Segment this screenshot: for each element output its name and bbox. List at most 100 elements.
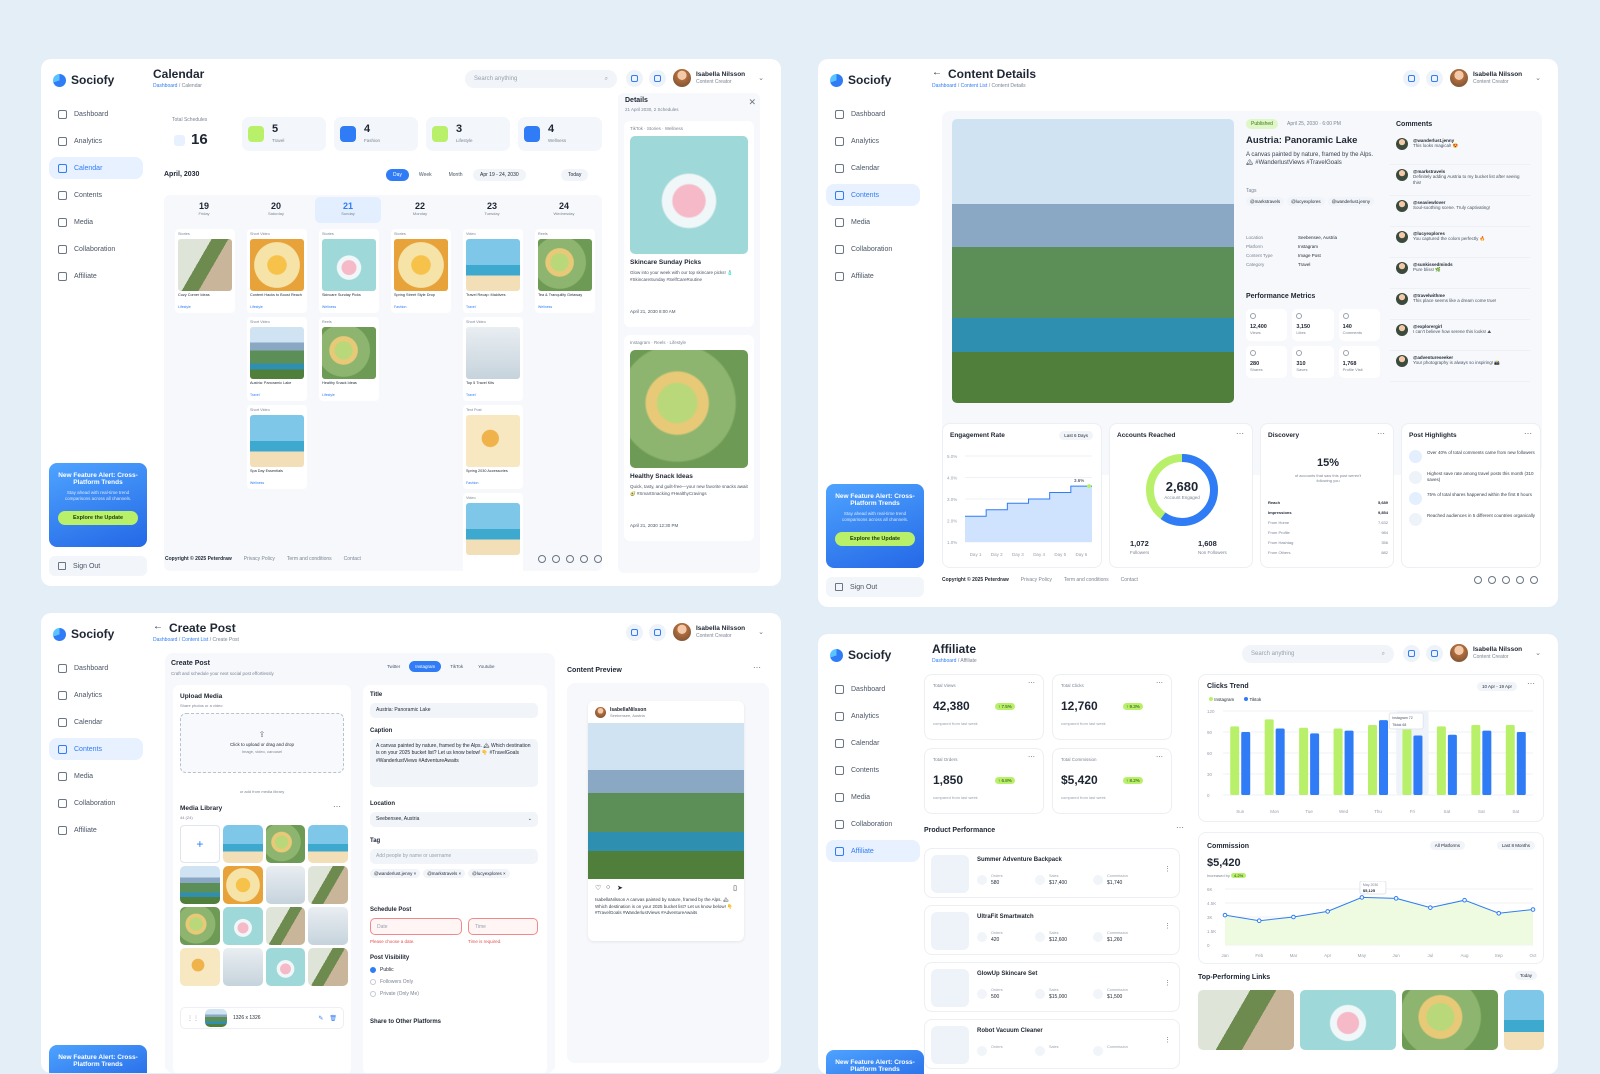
nav-calendar[interactable]: Calendar — [49, 711, 143, 733]
nav-calendar[interactable]: Calendar — [826, 732, 920, 754]
more-icon[interactable]: ⋯ — [753, 663, 761, 672]
nav-dashboard[interactable]: Dashboard — [826, 103, 920, 125]
visibility-radio[interactable]: Private (Only Me) — [370, 991, 419, 997]
more-icon[interactable]: ⋯ — [333, 802, 341, 811]
user-menu[interactable]: Isabella Nilsson Content Creator ⌄ — [673, 623, 764, 641]
user-menu[interactable]: Isabella Nilsson Content Creator ⌄ — [1450, 644, 1541, 662]
platform-filter[interactable]: All Platforms — [1429, 841, 1465, 850]
detail-card[interactable]: TikTok · Stories · Wellness Skincare Sund… — [624, 121, 754, 327]
nav-dashboard[interactable]: Dashboard — [826, 678, 920, 700]
more-icon[interactable]: ⋮ — [1164, 1036, 1171, 1044]
brand-logo[interactable]: Sociofy — [830, 73, 916, 87]
product-row[interactable]: Summer Adventure Backpack ⋮ Orders 580 Sales… — [924, 848, 1180, 898]
bookmark-icon[interactable]: ▯ — [733, 884, 737, 892]
media-thumbnail[interactable] — [222, 866, 263, 904]
link-thumbnail[interactable] — [1402, 990, 1498, 1050]
nav-media[interactable]: Media — [826, 211, 920, 233]
tab-month[interactable]: Month — [442, 169, 470, 181]
nav-media[interactable]: Media — [49, 765, 143, 787]
media-thumbnail[interactable] — [265, 866, 306, 904]
scheduled-post[interactable]: Video — [463, 493, 523, 577]
nav-contents[interactable]: Contents — [49, 738, 143, 760]
media-thumbnail[interactable] — [222, 948, 263, 986]
scheduled-post[interactable]: Short Video Spa Day Essentials Wellness — [247, 405, 307, 489]
notification-button[interactable] — [626, 624, 643, 641]
heart-icon[interactable]: ♡ — [595, 884, 601, 892]
x-icon[interactable] — [552, 555, 560, 563]
nav-dashboard[interactable]: Dashboard — [49, 103, 143, 125]
tag-chip[interactable]: @markstravels × — [423, 869, 466, 878]
privacy-link[interactable]: Privacy Policy — [244, 556, 275, 562]
nav-contents[interactable]: Contents — [49, 184, 143, 206]
day-header[interactable]: 23 Tuesday — [459, 197, 525, 223]
link-thumbnail[interactable] — [1504, 990, 1544, 1050]
nav-media[interactable]: Media — [826, 786, 920, 808]
tab-week[interactable]: Week — [412, 169, 439, 181]
instagram-icon[interactable] — [1502, 576, 1510, 584]
day-header[interactable]: 24 Wednesday — [531, 197, 597, 223]
tag-chip[interactable]: @lucyexplores — [1287, 197, 1325, 206]
x-icon[interactable] — [1488, 576, 1496, 584]
scheduled-post[interactable]: Short Video Austria: Panoramic Lake Travel — [247, 317, 307, 401]
sign-out-button[interactable]: Sign Out — [49, 556, 147, 576]
scheduled-post[interactable]: Text Post Spring 2030 Accessories Fashion — [463, 405, 523, 489]
media-thumbnail[interactable] — [265, 825, 306, 863]
visibility-radio[interactable]: Public — [370, 967, 419, 973]
product-row[interactable]: Robot Vacuum Cleaner ⋮ Orders Sales Commissi… — [924, 1019, 1180, 1069]
day-header[interactable]: 19 Friday — [171, 197, 237, 223]
user-menu[interactable]: Isabella Nilsson Content Creator ⌄ — [673, 69, 764, 87]
nav-analytics[interactable]: Analytics — [49, 130, 143, 152]
nav-collaboration[interactable]: Collaboration — [826, 238, 920, 260]
scheduled-post[interactable]: Reels Tea & Tranquility Getaway Wellness — [535, 229, 595, 313]
search-input[interactable]: Search anything ⌕ — [1242, 645, 1394, 663]
media-thumbnail[interactable] — [265, 948, 306, 986]
more-icon[interactable]: ⋯ — [1156, 679, 1163, 687]
notification-button[interactable] — [626, 70, 643, 87]
share-icon[interactable]: ➤ — [617, 884, 623, 892]
more-icon[interactable]: ⋮ — [1164, 865, 1171, 873]
day-header[interactable]: 20 Saturday — [243, 197, 309, 223]
media-thumbnail[interactable] — [308, 948, 348, 986]
nav-affiliate[interactable]: Affiliate — [826, 265, 920, 287]
platform-tab-instagram[interactable]: Instagram — [409, 661, 442, 672]
nav-collaboration[interactable]: Collaboration — [49, 238, 143, 260]
brand-logo[interactable]: Sociofy — [53, 627, 139, 641]
brand-logo[interactable]: Sociofy — [830, 648, 916, 662]
media-thumbnail[interactable] — [222, 907, 263, 945]
brand-logo[interactable]: Sociofy — [53, 73, 139, 87]
more-icon[interactable]: ⋯ — [1377, 429, 1385, 438]
engagement-filter[interactable]: Last 6 Days — [1059, 431, 1093, 440]
link-thumbnail[interactable] — [1300, 990, 1396, 1050]
tag-input[interactable]: Add people by name or username — [370, 849, 538, 864]
notification-button[interactable] — [1403, 70, 1420, 87]
date-range-picker[interactable]: Apr 19 - 24, 2030 — [473, 169, 526, 181]
explore-update-button[interactable]: Explore the Update — [58, 510, 138, 525]
scheduled-post[interactable]: Short Video Content Hacks to Boost Reach L… — [247, 229, 307, 313]
more-icon[interactable]: ⋯ — [1028, 679, 1035, 687]
more-icon[interactable]: ⋯ — [1236, 429, 1244, 438]
close-icon[interactable]: ✕ — [748, 97, 756, 108]
nav-calendar[interactable]: Calendar — [49, 157, 143, 179]
more-icon[interactable]: ⋮ — [1164, 979, 1171, 987]
nav-affiliate[interactable]: Affiliate — [49, 819, 143, 841]
facebook-icon[interactable] — [538, 555, 546, 563]
media-thumbnail[interactable] — [265, 907, 306, 945]
nav-dashboard[interactable]: Dashboard — [49, 657, 143, 679]
terms-link[interactable]: Term and conditions — [287, 556, 332, 562]
nav-contents[interactable]: Contents — [826, 759, 920, 781]
location-select[interactable]: Seebensee, Austria ⌄ — [370, 812, 538, 827]
media-thumbnail[interactable] — [180, 907, 220, 945]
today-button[interactable]: Today — [561, 169, 589, 181]
nav-media[interactable]: Media — [49, 211, 143, 233]
nav-affiliate[interactable]: Affiliate — [49, 265, 143, 287]
youtube-icon[interactable] — [1516, 576, 1524, 584]
nav-contents[interactable]: Contents — [826, 184, 920, 206]
title-input[interactable]: Austria: Panoramic Lake — [370, 703, 538, 718]
media-thumbnail[interactable] — [180, 866, 220, 904]
caption-textarea[interactable]: A canvas painted by nature, framed by th… — [370, 739, 538, 787]
more-icon[interactable]: ⋮ — [1164, 922, 1171, 930]
nav-calendar[interactable]: Calendar — [826, 157, 920, 179]
upload-dropzone[interactable]: ⇪ Click to upload or drag and drop Image… — [180, 713, 344, 773]
media-thumbnail[interactable] — [180, 948, 220, 986]
platform-tab-tiktok[interactable]: TikTok — [444, 661, 469, 672]
